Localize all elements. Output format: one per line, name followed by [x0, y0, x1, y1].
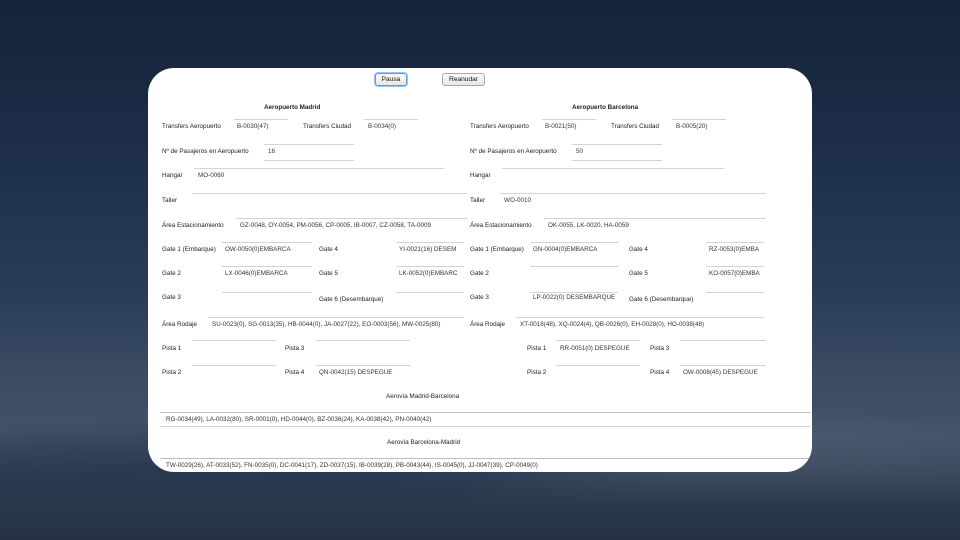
barcelona-transfers-city-label: Transfers Ciudad — [611, 123, 660, 130]
barcelona-workshop-field[interactable]: WO-0010 — [504, 197, 531, 204]
madrid-runway3-label: Pista 3 — [285, 345, 305, 352]
resume-button[interactable]: Reanudar — [442, 73, 485, 86]
madrid-passengers-field[interactable]: 16 — [268, 148, 275, 155]
barcelona-runway3-label: Pista 3 — [650, 345, 670, 352]
madrid-parking-label: Área Estacionamiento — [162, 222, 224, 229]
barcelona-runway1-label: Pista 1 — [527, 345, 547, 352]
madrid-gate5-field[interactable]: LK-0052(0)EMBARC — [399, 270, 462, 277]
barcelona-passengers-field[interactable]: 50 — [576, 148, 583, 155]
madrid-runway4-label: Pista 4 — [285, 369, 305, 376]
pause-button[interactable]: Pausa — [375, 73, 407, 86]
madrid-gate1-field[interactable]: OW-0050(0)EMBARCA — [225, 246, 311, 253]
barcelona-gate5-label: Gate 5 — [629, 270, 648, 277]
madrid-gate1-label: Gate 1 (Embarque) — [162, 246, 216, 253]
barcelona-gate1-label: Gate 1 (Embarque) — [470, 246, 524, 253]
madrid-gate2-field[interactable]: LX-0046(0)EMBARCA — [225, 270, 311, 277]
madrid-gate5-label: Gate 5 — [319, 270, 338, 277]
barcelona-runway4-field[interactable]: OW-0008(45) DESPEGUE — [683, 369, 758, 376]
barcelona-gate5-field[interactable]: KO-0057(0)EMBA — [709, 270, 763, 277]
barcelona-runway1-field[interactable]: RR-0051(0) DESPEGUE — [560, 345, 630, 352]
barcelona-gate2-label: Gate 2 — [470, 270, 489, 277]
barcelona-gate3-label: Gate 3 — [470, 294, 489, 301]
barcelona-transfers-city-field[interactable]: B-0005(20) — [676, 123, 708, 130]
barcelona-runway4-label: Pista 4 — [650, 369, 670, 376]
madrid-gate6-label: Gate 6 (Desembarque) — [319, 296, 384, 303]
madrid-runway4-field[interactable]: QN-0042(15) DESPEGUE — [319, 369, 393, 376]
barcelona-transfers-airport-label: Transfers Aeropuerto — [470, 123, 529, 130]
madrid-taxi-label: Área Rodaje — [162, 321, 198, 328]
airport-simulator-window: Pausa Reanudar Aeropuerto Madrid Transfe… — [148, 68, 812, 472]
barcelona-gate4-label: Gate 4 — [629, 246, 648, 253]
madrid-gate2-label: Gate 2 — [162, 270, 181, 277]
airway-bcn-mad-field[interactable]: TW-0029(26), AT-0033(52), FN-0035(0), DC… — [166, 462, 806, 469]
madrid-taxi-field[interactable]: SU-0023(0), SG-0013(35), HB-0044(0), JA-… — [212, 321, 464, 328]
barcelona-gate6-label: Gate 6 (Desembarque) — [629, 296, 694, 303]
barcelona-gate1-field[interactable]: GN-0004(0)EMBARCA — [533, 246, 617, 253]
barcelona-title: Aeropuerto Barcelona — [572, 104, 639, 111]
madrid-passengers-label: Nº de Pasajeros en Aeropuerto — [162, 148, 249, 155]
madrid-hangar-field[interactable]: MO-0060 — [198, 172, 224, 179]
madrid-transfers-airport-label: Transfers Aeropuerto — [162, 123, 221, 130]
barcelona-runway2-label: Pista 2 — [527, 369, 547, 376]
barcelona-hangar-label: Hangar — [470, 172, 491, 179]
madrid-runway2-label: Pista 2 — [162, 369, 182, 376]
barcelona-parking-field[interactable]: OK-0055, LK-0020, HA-0059 — [548, 222, 766, 229]
madrid-gate4-label: Gate 4 — [319, 246, 338, 253]
barcelona-taxi-label: Área Rodaje — [470, 321, 506, 328]
madrid-gate4-field[interactable]: YI-0021(16) DESEM — [399, 246, 462, 253]
airway-mad-bcn-field[interactable]: RG-0034(49), LA-0032(80), SR-0001(0), HD… — [166, 416, 806, 423]
barcelona-gate4-field[interactable]: RZ-0053(0)EMBA — [709, 246, 763, 253]
barcelona-workshop-label: Taller — [470, 197, 486, 204]
madrid-workshop-label: Taller — [162, 197, 178, 204]
barcelona-gate3-field[interactable]: LP-0022(0) DESEMBARQUE — [533, 294, 617, 301]
madrid-transfers-city-label: Transfers Ciudad — [303, 123, 352, 130]
barcelona-parking-label: Área Estacionamiento — [470, 222, 532, 229]
madrid-parking-field[interactable]: GZ-0048, OY-0054, PM-0056, CP-0005, IB-0… — [240, 222, 468, 229]
madrid-transfers-city-field[interactable]: B-0034(0) — [368, 123, 396, 130]
barcelona-taxi-field[interactable]: XT-0018(48), XQ-0024(4), QB-0026(0), EH-… — [520, 321, 764, 328]
barcelona-transfers-airport-field[interactable]: B-0021(50) — [545, 123, 577, 130]
barcelona-passengers-label: Nº de Pasajeros en Aeropuerto — [470, 148, 557, 155]
airway-bcn-mad-title: Aerovía Barcelona-Madrid — [387, 439, 461, 446]
madrid-gate3-label: Gate 3 — [162, 294, 181, 301]
airway-mad-bcn-title: Aerovía Madrid-Barcelona — [386, 393, 460, 400]
madrid-hangar-label: Hangar — [162, 172, 183, 179]
madrid-runway1-label: Pista 1 — [162, 345, 182, 352]
madrid-transfers-airport-field[interactable]: B-0030(47) — [237, 123, 269, 130]
madrid-title: Aeropuerto Madrid — [264, 104, 321, 111]
